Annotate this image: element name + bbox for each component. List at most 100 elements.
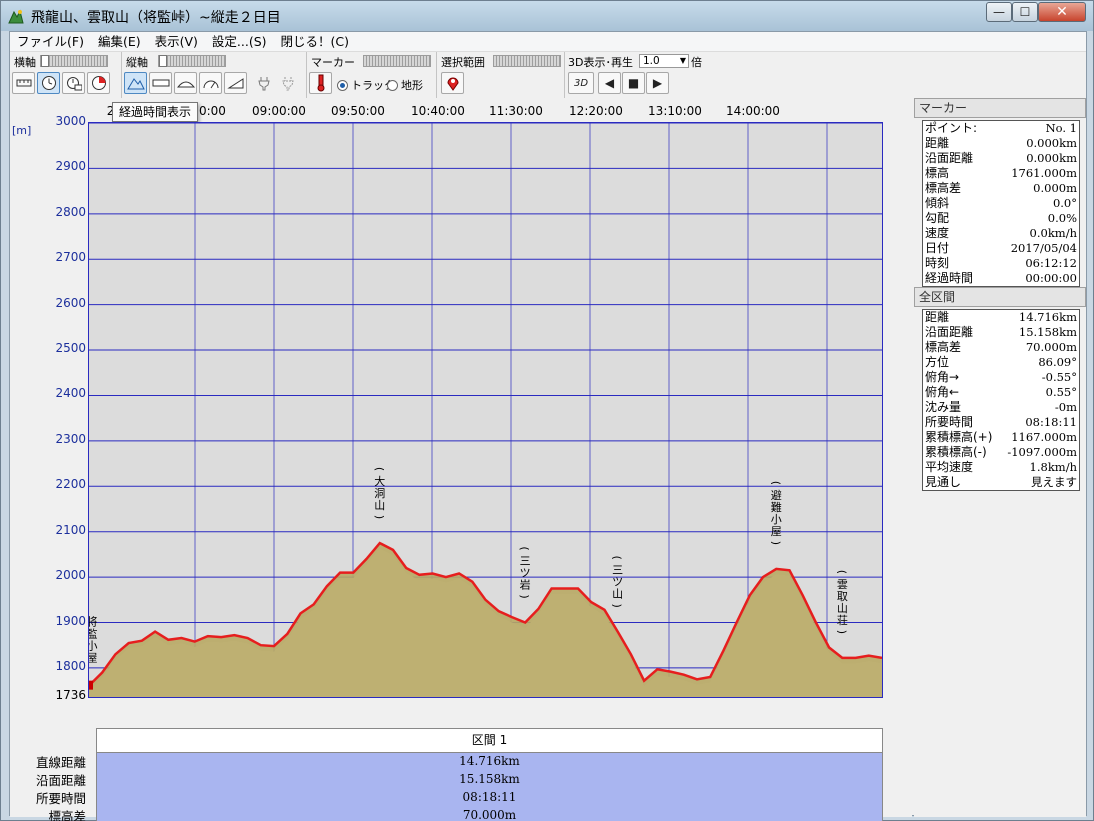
- info-row: 標高差 70.000m: [923, 340, 1079, 355]
- gauge-view-button[interactable]: [199, 72, 222, 94]
- maximize-button[interactable]: ☐: [1012, 2, 1038, 22]
- pie-time-button[interactable]: [87, 72, 110, 94]
- clock-icon: [41, 76, 56, 90]
- speed-value: 1.0: [643, 55, 660, 67]
- selection-marker-button[interactable]: [441, 72, 464, 94]
- info-value: 86.09°: [1038, 355, 1077, 369]
- vertical-zoom-slider[interactable]: [158, 55, 226, 67]
- info-value: 2017/05/04: [1010, 241, 1077, 255]
- info-value: -0m: [1054, 400, 1077, 414]
- location-pin-icon: [446, 77, 459, 91]
- waypoint-label-char: 監: [89, 627, 98, 641]
- info-row: 速度 0.0km/h: [923, 226, 1079, 241]
- info-label: 距離: [925, 136, 950, 150]
- y-tick-label: 2800: [55, 204, 86, 219]
- marker-pin-button[interactable]: [309, 72, 332, 94]
- time-tick-label: 14:00:00: [726, 104, 780, 118]
- horizontal-zoom-slider[interactable]: [40, 55, 108, 67]
- current-marker[interactable]: [89, 680, 93, 690]
- unplug-button[interactable]: [276, 72, 299, 94]
- info-row: 勾配 0.0%: [923, 211, 1079, 226]
- selection-slider[interactable]: [493, 55, 561, 67]
- menu-settings[interactable]: 設定...(S): [205, 32, 274, 52]
- info-row: 沿面距離 15.158km: [923, 325, 1079, 340]
- info-row: 標高差 0.000m: [923, 181, 1079, 196]
- section-row-value: 14.716km: [459, 754, 520, 768]
- info-label: 俯角←: [925, 385, 960, 399]
- slider-thumb[interactable]: [41, 55, 49, 67]
- time-tick-label: 12:20:00: [569, 104, 623, 118]
- menu-view[interactable]: 表示(V): [148, 32, 205, 52]
- menu-file[interactable]: ファイル(F): [10, 32, 91, 52]
- profile-view-button[interactable]: [124, 72, 147, 94]
- waypoint-label-char: 大: [374, 474, 385, 488]
- pie-clock-icon: [91, 76, 106, 90]
- info-row: 時刻 06:12:12: [923, 256, 1079, 271]
- info-label: 標高: [925, 166, 950, 180]
- vertical-axis-group: 縦軸: [122, 52, 307, 98]
- elevation-chart[interactable]: 将監小屋(大洞山)(三ツ岩)(三ツ山)(避難小屋)(雲取山荘): [87, 122, 883, 697]
- view-3d-button[interactable]: 3D: [568, 72, 594, 94]
- info-side-panel: マーカー ポイント: No. 1 距離 0.000km 沿面距離 0.000km 標高 176…: [914, 98, 1086, 817]
- radio-track-dot[interactable]: [337, 79, 348, 91]
- stop-icon: ■: [627, 76, 640, 90]
- waypoint-label-char: (: [769, 481, 782, 485]
- ruler-icon: [16, 79, 31, 87]
- info-value: No. 1: [1045, 121, 1077, 135]
- elapsed-time-button[interactable]: [62, 72, 85, 94]
- waypoint-label-char: (: [835, 570, 848, 574]
- info-value: 14.716km: [1018, 310, 1077, 324]
- minimize-button[interactable]: —: [986, 2, 1012, 22]
- section-row-label: 直線距離: [35, 755, 86, 770]
- title-bar[interactable]: 飛龍山、雲取山（将監峠）~縦走２日目 — ☐ ✕: [1, 1, 1093, 31]
- menu-edit[interactable]: 編集(E): [91, 32, 148, 52]
- info-label: 俯角→: [925, 370, 960, 384]
- time-tick-label: 13:10:00: [648, 104, 702, 118]
- info-label: 方位: [925, 355, 950, 369]
- info-label: 標高差: [925, 181, 962, 195]
- info-row: 沿面距離 0.000km: [923, 151, 1079, 166]
- play-button[interactable]: ▶: [646, 72, 669, 94]
- arch-view-button[interactable]: [174, 72, 197, 94]
- total-panel-title: 全区間: [914, 287, 1086, 307]
- marker-slider[interactable]: [363, 55, 431, 67]
- waypoint-label-char: (: [373, 467, 386, 471]
- info-row: 標高 1761.000m: [923, 166, 1079, 181]
- toolbar: 横軸 縦軸 マーカー トラック 地形 選択範囲 3D表示･再生 1.0 ▼ 倍 …: [10, 52, 1086, 98]
- y-tick-label: 2600: [55, 295, 86, 310]
- info-value: 0.0%: [1047, 211, 1077, 225]
- y-unit-label: [m]: [12, 124, 32, 137]
- stop-button[interactable]: ■: [622, 72, 645, 94]
- info-value: 15.158km: [1018, 325, 1077, 339]
- waypoint-label-char: ): [611, 603, 624, 607]
- radio-terrain-dot[interactable]: [387, 79, 398, 91]
- y-tick-label: 2000: [55, 568, 86, 583]
- chevron-down-icon: ▼: [679, 56, 686, 65]
- info-label: 標高差: [925, 340, 962, 354]
- fit-width-button[interactable]: [12, 72, 35, 94]
- stopwatch-icon: [66, 77, 82, 91]
- info-label: 累積標高(+): [925, 430, 993, 444]
- time-axis-button[interactable]: [37, 72, 60, 94]
- menu-close[interactable]: 閉じる！(C): [274, 32, 356, 52]
- rewind-button[interactable]: ◀: [598, 72, 621, 94]
- close-button[interactable]: ✕: [1038, 2, 1086, 22]
- info-value: 70.000m: [1025, 340, 1077, 354]
- flat-bar-icon: [152, 79, 169, 87]
- flat-view-button[interactable]: [149, 72, 172, 94]
- radio-terrain[interactable]: 地形: [387, 77, 423, 93]
- speed-select[interactable]: 1.0 ▼: [639, 54, 689, 68]
- waypoint-label: (雲取山荘): [835, 570, 848, 634]
- slope-view-button[interactable]: [224, 72, 247, 94]
- plug-button[interactable]: [252, 72, 275, 94]
- slider-thumb[interactable]: [159, 55, 167, 67]
- waypoint-label-char: ): [769, 541, 782, 545]
- elevation-plot[interactable]: 将監小屋(大洞山)(三ツ岩)(三ツ山)(避難小屋)(雲取山荘): [87, 122, 883, 698]
- info-value: 0.0km/h: [1029, 226, 1077, 240]
- info-row: 経過時間 00:00:00: [923, 271, 1079, 286]
- marker-label: マーカー: [311, 56, 355, 69]
- info-row: 累積標高(-) -1097.000m: [923, 445, 1079, 460]
- info-label: 累積標高(-): [925, 445, 987, 459]
- section-header[interactable]: 区間 1: [97, 729, 882, 753]
- selection-group: 選択範囲: [437, 52, 565, 98]
